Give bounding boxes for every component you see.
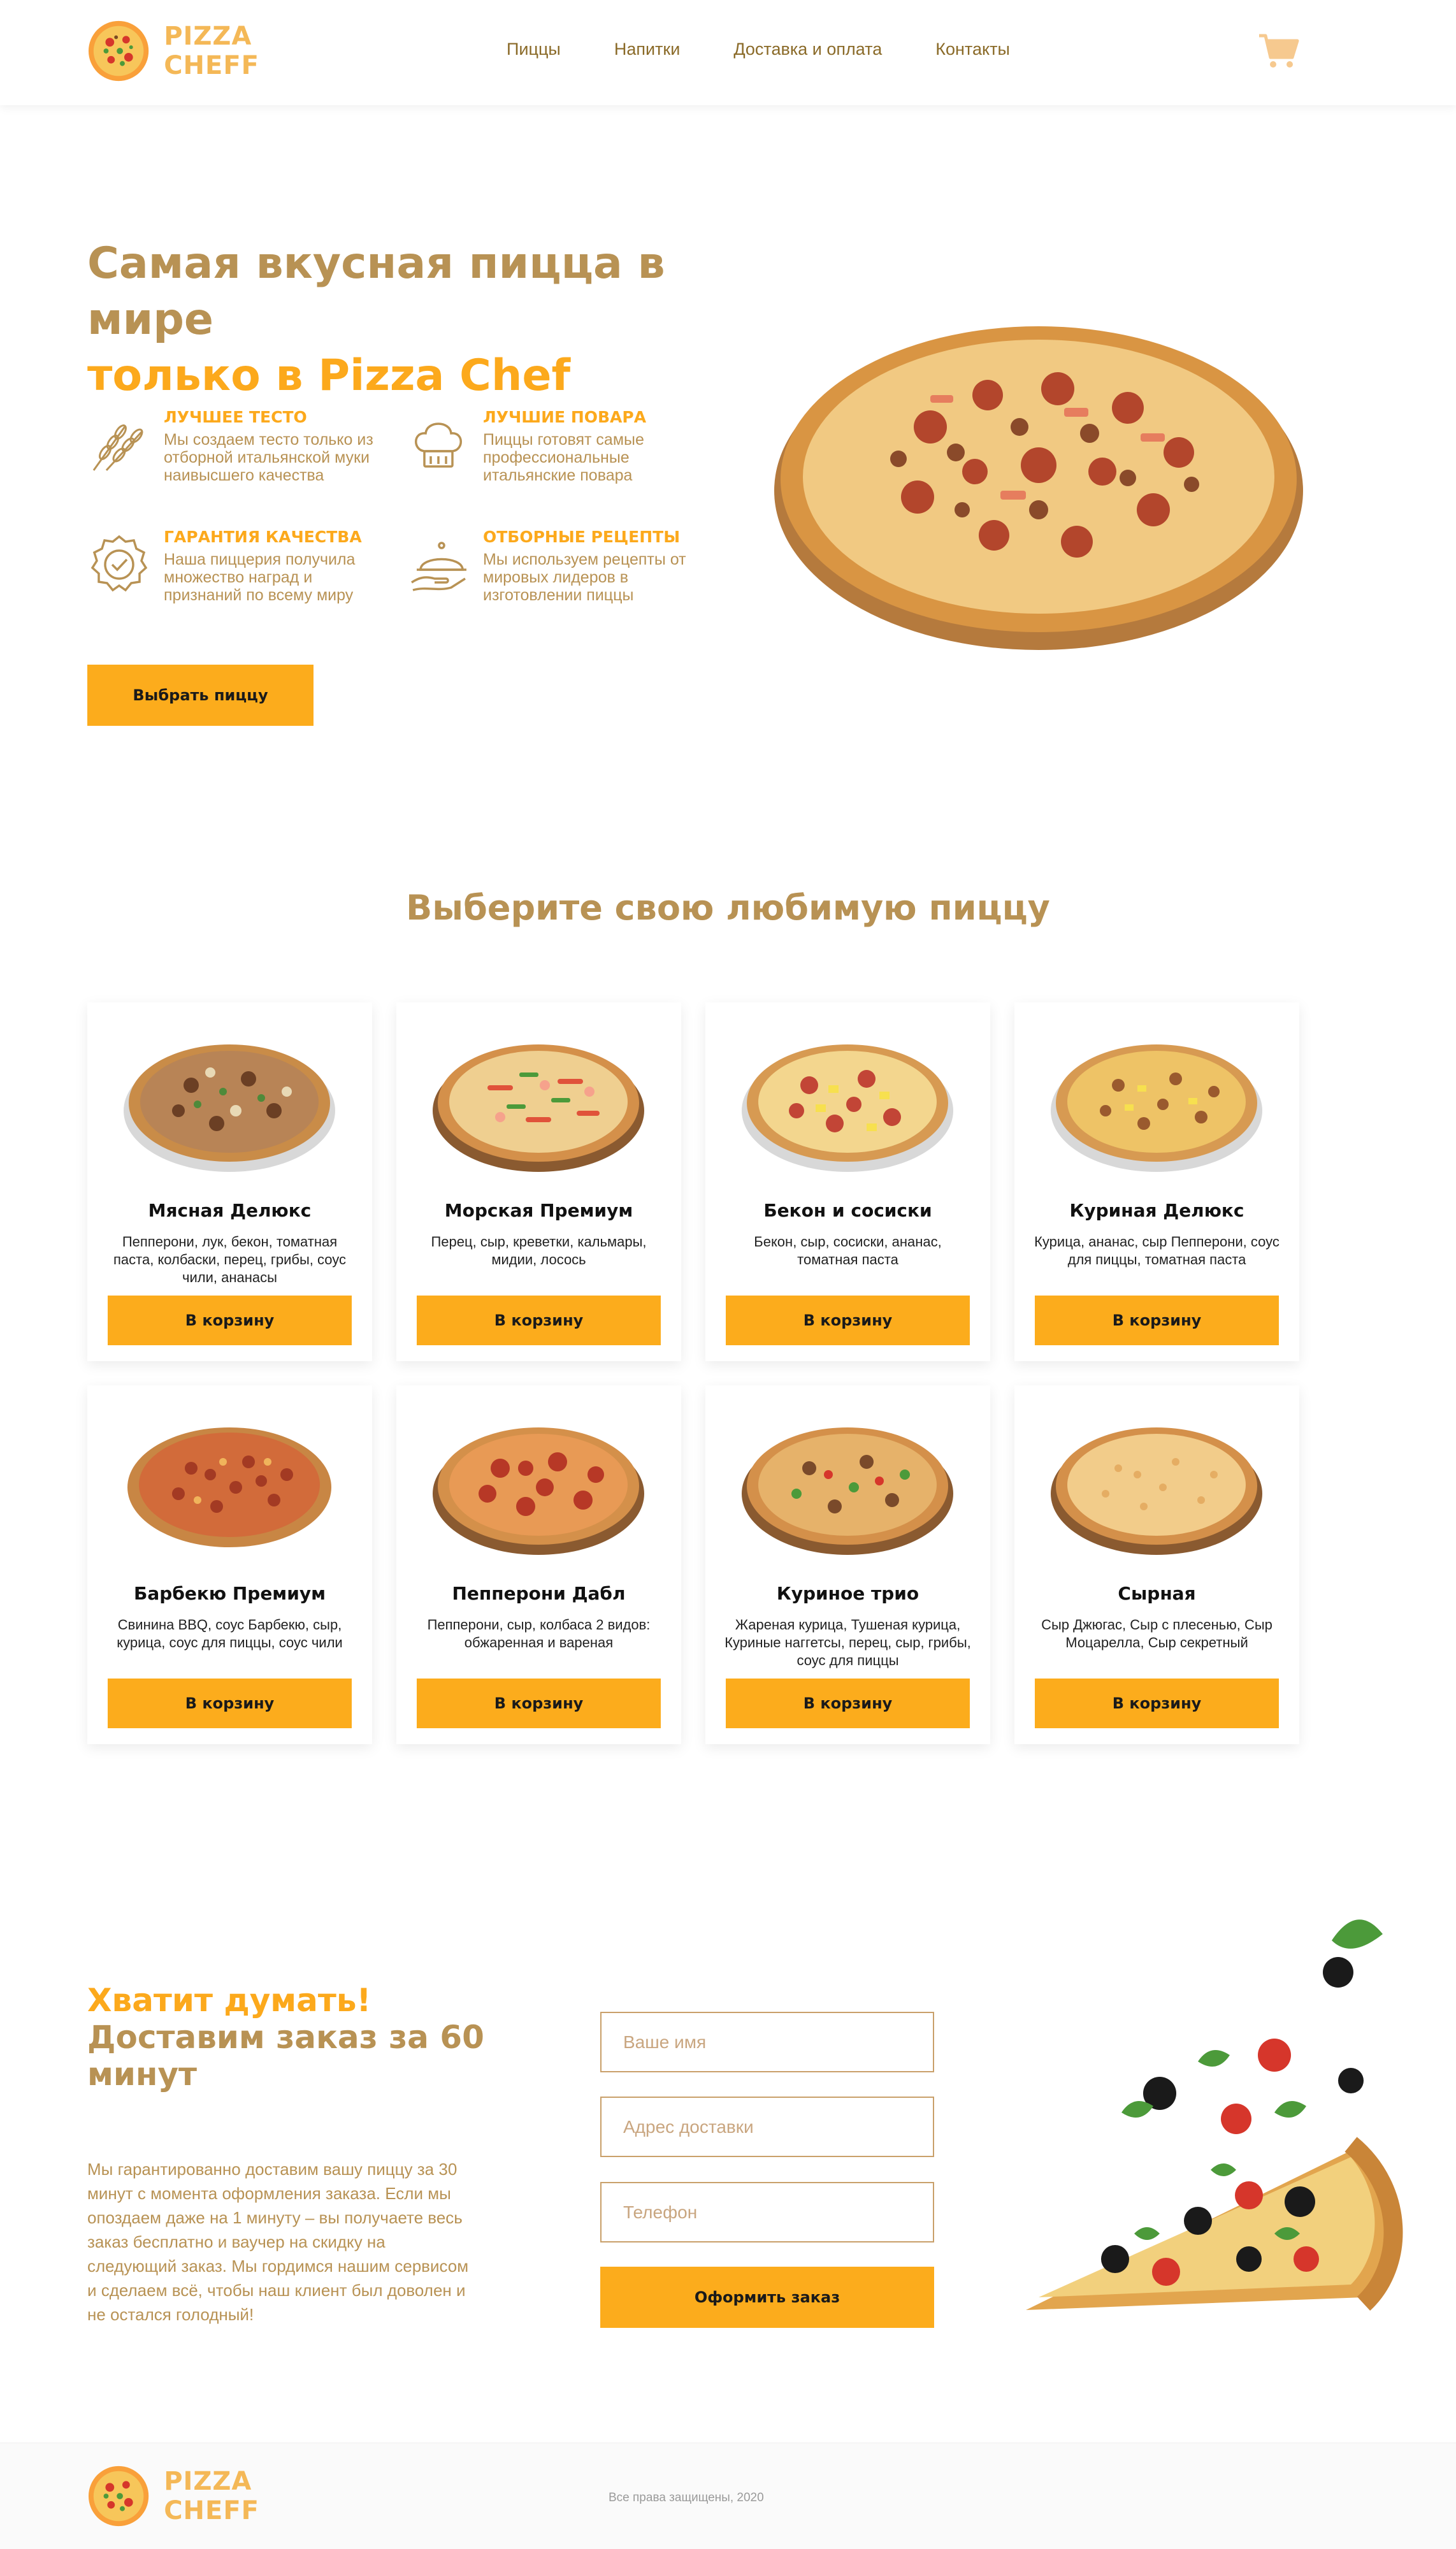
order-title-line1: Хватит думать!: [87, 1982, 371, 2019]
hero-title-line1: Самая вкусная пицца в мире: [87, 238, 665, 345]
site-header: PIZZA CHEFF Пиццы Напитки Доставка и опл…: [0, 0, 1456, 105]
add-to-cart-button[interactable]: В корзину: [726, 1296, 970, 1345]
pizza-card: Бекон и сосиски Бекон, сыр, сосиски, ана…: [705, 1002, 990, 1361]
feature-recipes: ОТБОРНЫЕ РЕЦЕПТЫ Мы используем рецепты о…: [407, 528, 700, 610]
serving-dish-icon: [411, 542, 466, 591]
pizza-desc: Жареная курица, Тушеная курица, Куриные …: [724, 1617, 971, 1668]
pizza-image: [742, 1044, 953, 1172]
copyright: Все права защищены, 2020: [609, 2491, 764, 2504]
add-to-cart-button[interactable]: В корзину: [1035, 1679, 1279, 1728]
pizza-desc: Курица, ананас, сыр Пепперони, соус для …: [1034, 1234, 1279, 1267]
pizza-name: Куриное трио: [776, 1583, 919, 1604]
hero-pizza-image: [774, 326, 1303, 650]
feature-desc: Мы используем рецепты от мировых лидеров…: [483, 551, 686, 604]
pizza-name: Морская Премиум: [444, 1200, 633, 1221]
pizza-desc: Перец, сыр, креветки, кальмары, мидии, л…: [431, 1234, 647, 1267]
pizza-desc: Сыр Джюгас, Сыр с плесенью, Сыр Моцарелл…: [1041, 1617, 1272, 1650]
pizza-name: Пепперони Дабл: [452, 1583, 626, 1604]
pizza-card: Мясная Делюкс Пепперони, лук, бекон, том…: [87, 1002, 372, 1361]
pizza-desc: Бекон, сыр, сосиски, ананас, томатная па…: [754, 1234, 942, 1267]
wheat-icon: [92, 424, 143, 472]
shopping-cart-icon[interactable]: [1258, 32, 1300, 70]
chef-hat-icon: [415, 422, 462, 468]
add-to-cart-button[interactable]: В корзину: [108, 1679, 352, 1728]
hero-title: Самая вкусная пицца в мире только в Pizz…: [87, 236, 763, 404]
pizza-desc: Пепперони, лук, бекон, томатная паста, к…: [113, 1234, 346, 1285]
pizza-card: Куриная Делюкс Курица, ананас, сыр Пеппе…: [1014, 1002, 1299, 1361]
pizza-desc: Пепперони, сыр, колбаса 2 видов: обжарен…: [427, 1617, 651, 1650]
hero-title-brand: Pizza Chef: [318, 350, 571, 401]
feature-title: ГАРАНТИЯ КАЧЕСТВА: [164, 528, 362, 546]
pizza-logo-icon: [88, 2466, 149, 2527]
add-to-cart-button[interactable]: В корзину: [417, 1679, 661, 1728]
feature-title: ОТБОРНЫЕ РЕЦЕПТЫ: [483, 528, 681, 546]
feature-desc: Пиццы готовят самые профессиональные ита…: [483, 431, 644, 484]
feature-title: ЛУЧШЕЕ ТЕСТО: [164, 408, 307, 426]
main-nav: Пиццы Напитки Доставка и оплата Контакты: [507, 40, 1063, 59]
name-field[interactable]: [600, 2012, 934, 2072]
pizza-image: [433, 1427, 644, 1555]
pizza-image: [1051, 1044, 1262, 1172]
order-title: Хватит думать! Доставим заказ за 60 мину…: [87, 1982, 495, 2093]
pizza-image: [433, 1044, 644, 1172]
pizza-image: [124, 1044, 335, 1172]
pizza-desc: Свинина BBQ, соус Барбекю, сыр, курица, …: [117, 1617, 343, 1650]
hero-title-prefix: только в: [87, 350, 319, 401]
pizza-image: [1051, 1427, 1262, 1555]
feature-quality: ГАРАНТИЯ КАЧЕСТВА Наша пиццерия получила…: [87, 528, 380, 610]
feature-dough: ЛУЧШЕЕ ТЕСТО Мы создаем тесто только из …: [87, 408, 380, 491]
order-title-line2: Доставим заказ за 60 минут: [87, 2019, 484, 2093]
logo-text-pizza: PIZZA: [164, 2467, 252, 2496]
feature-title: ЛУЧШИЕ ПОВАРА: [483, 408, 647, 426]
pizza-name: Куриная Делюкс: [1069, 1200, 1244, 1221]
pizza-name: Мясная Делюкс: [148, 1200, 312, 1221]
pizza-name: Бекон и сосиски: [763, 1200, 932, 1221]
nav-delivery[interactable]: Доставка и оплата: [733, 40, 882, 59]
pizza-image: [127, 1427, 331, 1547]
logo-text-cheff: CHEFF: [164, 51, 259, 80]
feature-desc: Наша пиццерия получила множество наград …: [164, 551, 356, 604]
choose-pizza-button[interactable]: Выбрать пиццу: [87, 665, 314, 726]
pizza-image: [742, 1427, 953, 1555]
address-field[interactable]: [600, 2097, 934, 2157]
pizza-card: Морская Премиум Перец, сыр, креветки, ка…: [396, 1002, 681, 1361]
order-description: Мы гарантированно доставим вашу пиццу за…: [87, 2160, 469, 2324]
header-logo[interactable]: PIZZA CHEFF: [87, 14, 259, 88]
pizza-card: Сырная Сыр Джюгас, Сыр с плесенью, Сыр М…: [1014, 1385, 1299, 1744]
quality-badge-icon: [90, 535, 148, 592]
pizza-card: Пепперони Дабл Пепперони, сыр, колбаса 2…: [396, 1385, 681, 1744]
logo-text-pizza: PIZZA: [164, 22, 252, 51]
nav-pizzas[interactable]: Пиццы: [507, 40, 561, 59]
pizza-name: Сырная: [1118, 1583, 1196, 1604]
site-footer: PIZZA CHEFF Все права защищены, 2020: [0, 2443, 1456, 2549]
feature-desc: Мы создаем тесто только из отборной итал…: [164, 431, 373, 484]
add-to-cart-button[interactable]: В корзину: [417, 1296, 661, 1345]
phone-field[interactable]: [600, 2182, 934, 2242]
pizza-card: Барбекю Премиум Свинина BBQ, соус Барбек…: [87, 1385, 372, 1744]
feature-chefs: ЛУЧШИЕ ПОВАРА Пиццы готовят самые профес…: [407, 408, 700, 491]
pizza-name: Барбекю Премиум: [134, 1583, 326, 1604]
add-to-cart-button[interactable]: В корзину: [726, 1679, 970, 1728]
pizza-card: Куриное трио Жареная курица, Тушеная кур…: [705, 1385, 990, 1744]
pizza-logo-icon: [88, 20, 149, 82]
nav-contacts[interactable]: Контакты: [935, 40, 1010, 59]
menu-title: Выберите свою любимую пиццу: [406, 888, 1050, 928]
logo-text-cheff: CHEFF: [164, 2496, 259, 2525]
add-to-cart-button[interactable]: В корзину: [108, 1296, 352, 1345]
pizza-slice-image: [1026, 1919, 1403, 2311]
footer-logo[interactable]: PIZZA CHEFF: [87, 2459, 259, 2533]
nav-drinks[interactable]: Напитки: [614, 40, 680, 59]
add-to-cart-button[interactable]: В корзину: [1035, 1296, 1279, 1345]
submit-order-button[interactable]: Оформить заказ: [600, 2267, 934, 2328]
